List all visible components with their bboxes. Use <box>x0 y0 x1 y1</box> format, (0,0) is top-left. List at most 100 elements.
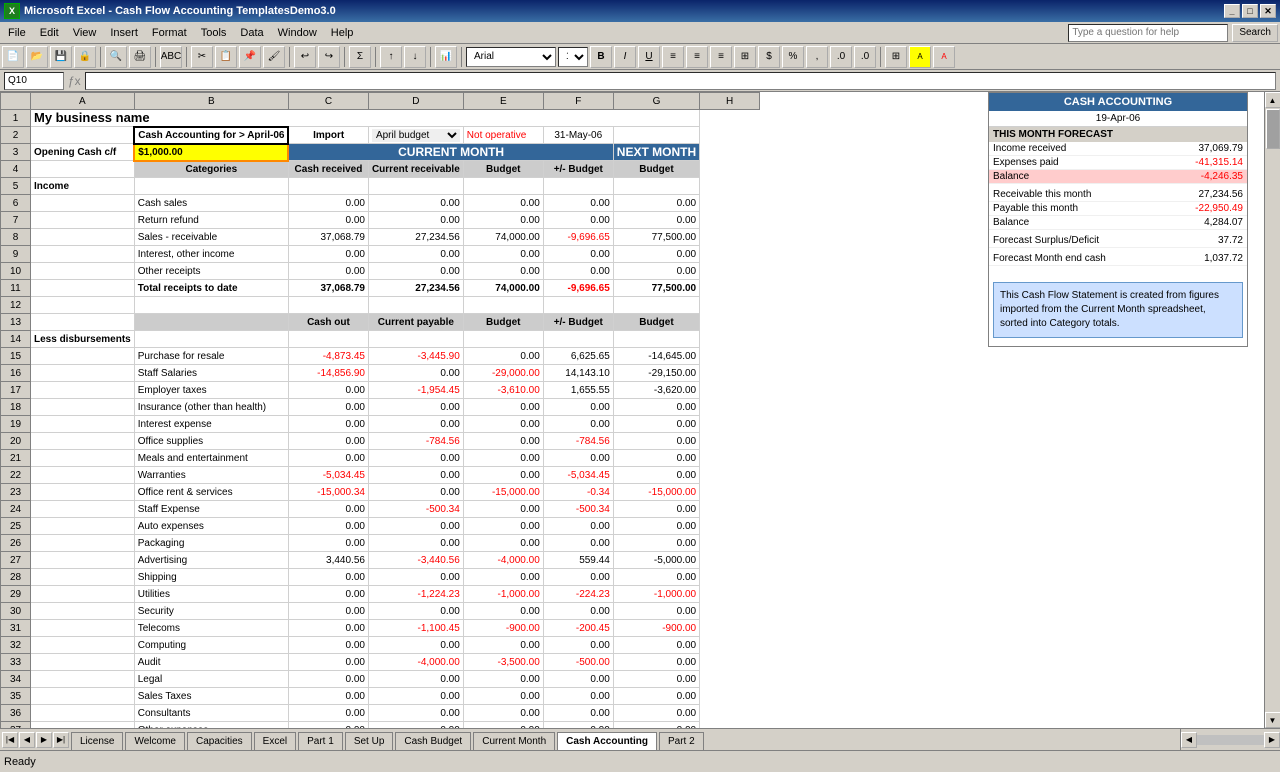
table-cell[interactable]: My business name <box>31 110 700 127</box>
table-cell[interactable] <box>134 297 288 314</box>
table-cell[interactable]: 0.00 <box>613 399 699 416</box>
table-cell[interactable]: -500.00 <box>543 654 613 671</box>
table-cell[interactable]: -3,620.00 <box>613 382 699 399</box>
table-cell[interactable]: 0.00 <box>543 603 613 620</box>
table-cell[interactable]: Insurance (other than health) <box>134 399 288 416</box>
decrease-decimal-button[interactable]: .0 <box>854 46 876 68</box>
table-cell[interactable]: Computing <box>134 637 288 654</box>
table-cell[interactable]: $1,000.00 <box>134 144 288 161</box>
underline-button[interactable]: U <box>638 46 660 68</box>
table-cell[interactable]: 37,068.79 <box>288 229 368 246</box>
table-cell[interactable]: 0.00 <box>463 246 543 263</box>
table-cell[interactable]: 0.00 <box>463 433 543 450</box>
table-cell[interactable]: 0.00 <box>613 637 699 654</box>
table-cell[interactable]: Purchase for resale <box>134 348 288 365</box>
menu-tools[interactable]: Tools <box>195 25 233 41</box>
table-cell[interactable]: -0.34 <box>543 484 613 501</box>
table-cell[interactable] <box>613 178 699 195</box>
table-cell[interactable] <box>613 127 699 144</box>
table-cell[interactable] <box>31 501 135 518</box>
merge-button[interactable]: ⊞ <box>734 46 756 68</box>
table-cell[interactable]: Consultants <box>134 705 288 722</box>
scroll-right-button[interactable]: ▶ <box>1264 732 1280 748</box>
align-center-button[interactable]: ≡ <box>686 46 708 68</box>
table-cell[interactable]: 0.00 <box>463 416 543 433</box>
table-cell[interactable] <box>31 535 135 552</box>
table-cell[interactable]: 0.00 <box>368 705 463 722</box>
table-cell[interactable]: 0.00 <box>543 518 613 535</box>
table-cell[interactable]: Interest, other income <box>134 246 288 263</box>
table-cell[interactable]: Auto expenses <box>134 518 288 535</box>
table-cell[interactable] <box>31 382 135 399</box>
table-cell[interactable]: 0.00 <box>288 399 368 416</box>
table-cell[interactable]: 0.00 <box>368 671 463 688</box>
italic-button[interactable]: I <box>614 46 636 68</box>
table-cell[interactable] <box>134 178 288 195</box>
table-cell[interactable]: 0.00 <box>368 212 463 229</box>
table-cell[interactable]: 0.00 <box>613 603 699 620</box>
table-cell[interactable] <box>31 127 135 144</box>
table-cell[interactable]: 0.00 <box>463 518 543 535</box>
comma-button[interactable]: , <box>806 46 828 68</box>
paste-button[interactable]: 📌 <box>239 46 261 68</box>
table-cell[interactable]: 0.00 <box>368 416 463 433</box>
table-cell[interactable]: 0.00 <box>613 671 699 688</box>
menu-help[interactable]: Help <box>325 25 360 41</box>
menu-view[interactable]: View <box>67 25 103 41</box>
table-cell[interactable]: 0.00 <box>543 535 613 552</box>
table-cell[interactable]: 0.00 <box>288 416 368 433</box>
table-cell[interactable]: Telecoms <box>134 620 288 637</box>
sheet-tab-license[interactable]: License <box>71 732 123 750</box>
table-cell[interactable]: -1,100.45 <box>368 620 463 637</box>
table-cell[interactable]: Sales Taxes <box>134 688 288 705</box>
table-cell[interactable]: -15,000.00 <box>613 484 699 501</box>
table-cell[interactable]: 0.00 <box>288 637 368 654</box>
table-cell[interactable] <box>31 552 135 569</box>
table-cell[interactable]: 0.00 <box>613 246 699 263</box>
table-cell[interactable]: 0.00 <box>368 467 463 484</box>
menu-edit[interactable]: Edit <box>34 25 65 41</box>
table-cell[interactable]: 0.00 <box>463 399 543 416</box>
sheet-tab-current-month[interactable]: Current Month <box>473 732 555 750</box>
sort-desc-button[interactable]: ↓ <box>404 46 426 68</box>
table-cell[interactable] <box>613 297 699 314</box>
table-cell[interactable]: Sales - receivable <box>134 229 288 246</box>
table-cell[interactable]: +/- Budget <box>543 161 613 178</box>
tab-prev-button[interactable]: ◀ <box>19 732 35 748</box>
table-cell[interactable]: Cash sales <box>134 195 288 212</box>
table-cell[interactable]: 0.00 <box>463 467 543 484</box>
sheet-tab-excel[interactable]: Excel <box>254 732 296 750</box>
table-cell[interactable]: Less disbursements <box>31 331 135 348</box>
table-cell[interactable]: 0.00 <box>368 569 463 586</box>
table-cell[interactable]: 0.00 <box>613 518 699 535</box>
table-cell[interactable]: Utilities <box>134 586 288 603</box>
currency-button[interactable]: $ <box>758 46 780 68</box>
table-cell[interactable]: Audit <box>134 654 288 671</box>
table-cell[interactable] <box>31 365 135 382</box>
table-cell[interactable] <box>288 178 368 195</box>
table-cell[interactable] <box>463 178 543 195</box>
table-cell[interactable]: 0.00 <box>368 365 463 382</box>
table-cell[interactable]: 0.00 <box>543 569 613 586</box>
print-preview-button[interactable]: 🔍 <box>105 46 127 68</box>
menu-data[interactable]: Data <box>234 25 269 41</box>
table-cell[interactable] <box>613 331 699 348</box>
table-cell[interactable]: 6,625.65 <box>543 348 613 365</box>
table-cell[interactable]: 0.00 <box>368 450 463 467</box>
table-cell[interactable]: Packaging <box>134 535 288 552</box>
table-cell[interactable]: Import <box>288 127 368 144</box>
table-cell[interactable]: Budget <box>463 314 543 331</box>
table-cell[interactable]: 0.00 <box>368 637 463 654</box>
table-cell[interactable]: 0.00 <box>613 501 699 518</box>
cell-reference-input[interactable] <box>4 72 64 90</box>
table-cell[interactable]: Opening Cash c/f <box>31 144 135 161</box>
table-cell[interactable]: Interest expense <box>134 416 288 433</box>
open-button[interactable]: 📂 <box>26 46 48 68</box>
bold-button[interactable]: B <box>590 46 612 68</box>
table-cell[interactable]: Return refund <box>134 212 288 229</box>
permission-button[interactable]: 🔒 <box>74 46 96 68</box>
table-cell[interactable]: 37,068.79 <box>288 280 368 297</box>
table-cell[interactable]: 0.00 <box>368 484 463 501</box>
import-dropdown[interactable]: April budget <box>372 129 460 142</box>
table-cell[interactable]: 0.00 <box>613 433 699 450</box>
